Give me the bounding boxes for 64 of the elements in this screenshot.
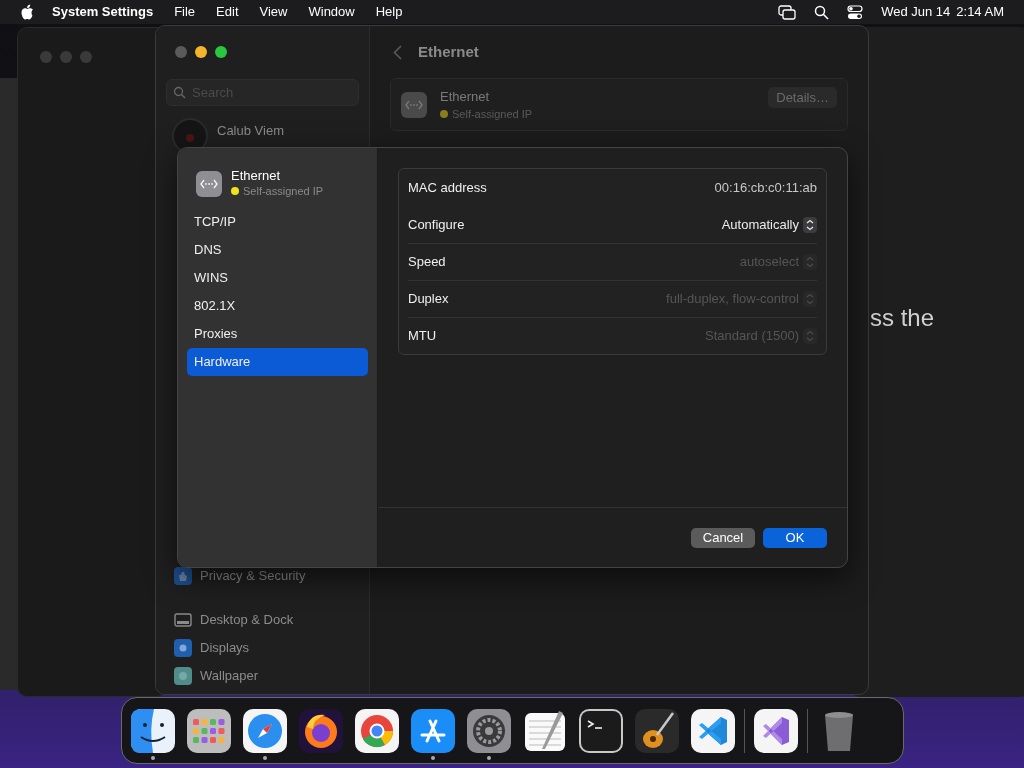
row-value: 00:16:cb:c0:11:ab <box>714 178 817 197</box>
up-down-chevron-icon <box>803 216 817 233</box>
up-down-chevron-icon <box>803 328 817 344</box>
service-name: Ethernet <box>440 87 491 106</box>
a-shape-icon[interactable] <box>411 708 455 753</box>
flower-icon <box>174 667 192 685</box>
notepad-pen-icon[interactable] <box>523 708 567 753</box>
zoom-control[interactable] <box>215 46 227 58</box>
fox-globe-icon[interactable] <box>299 708 343 753</box>
sheet-tab[interactable]: Hardware <box>187 347 368 376</box>
cancel-button[interactable]: Cancel <box>691 527 755 548</box>
row-label: MAC address <box>408 178 487 197</box>
desktop-icon <box>174 611 192 629</box>
app-menu[interactable]: System Settings <box>52 2 154 22</box>
sheet-tab[interactable]: DNS <box>187 235 368 264</box>
sheet-tab[interactable]: WINS <box>187 263 368 292</box>
minimize-control[interactable] <box>195 46 207 58</box>
network-icon <box>401 91 427 118</box>
menu-item[interactable]: View <box>259 2 288 22</box>
search-icon <box>173 86 186 99</box>
overlapping-windows-icon[interactable] <box>778 4 797 20</box>
sidebar-item[interactable]: Displays <box>166 634 359 662</box>
up-down-chevron-icon <box>803 291 817 307</box>
service-status: Self-assigned IP <box>243 184 324 199</box>
row-label: Configure <box>408 215 465 234</box>
service-status: Self-assigned IP <box>452 107 533 122</box>
back-chevron-icon[interactable] <box>393 44 402 60</box>
close-control[interactable] <box>175 46 187 58</box>
guitar-icon[interactable] <box>635 708 679 753</box>
row-label: Duplex <box>408 290 449 309</box>
sheet-tab[interactable]: TCP/IP <box>187 207 368 236</box>
menu-item[interactable]: Help <box>375 2 403 22</box>
search-icon[interactable] <box>814 4 830 20</box>
circle-logo-icon[interactable] <box>355 708 399 753</box>
toggles-icon[interactable] <box>847 4 864 20</box>
gear-icon[interactable] <box>467 708 511 753</box>
app-grid-icon[interactable] <box>187 708 231 753</box>
sidebar-item[interactable]: Desktop & Dock <box>166 606 359 634</box>
ok-button[interactable]: OK <box>763 527 827 548</box>
menu-bar-date[interactable]: Wed Jun 14 <box>881 2 951 22</box>
window-text: ss the <box>870 304 935 331</box>
compass-icon[interactable] <box>243 708 287 753</box>
service-name: Ethernet <box>231 168 282 183</box>
terminal-icon[interactable] <box>579 708 623 753</box>
smiling-face-icon[interactable] <box>131 708 175 753</box>
row-label: MTU <box>408 327 437 346</box>
sun-icon <box>174 639 192 657</box>
menu-item[interactable]: File <box>174 2 196 22</box>
menu-item[interactable]: Edit <box>216 2 239 22</box>
sheet-tab[interactable]: 802.1X <box>187 291 368 320</box>
row-label: Speed <box>408 253 446 272</box>
network-icon <box>196 170 222 197</box>
popup-menu[interactable]: Automatically <box>721 214 817 235</box>
menu-item[interactable]: Window <box>308 2 355 22</box>
ribbon-icon[interactable] <box>754 708 798 753</box>
sheet-tab[interactable]: Proxies <box>187 319 368 348</box>
page-title: Ethernet <box>418 41 479 62</box>
up-down-chevron-icon <box>803 254 817 270</box>
account-name[interactable]: Calub Viem <box>217 121 284 141</box>
menu-bar-time[interactable]: 2:14 AM <box>956 2 1004 22</box>
hand-icon <box>174 567 192 585</box>
sidebar-item[interactable]: Wallpaper <box>166 662 359 690</box>
code-ribbon-icon[interactable] <box>691 708 735 753</box>
apple-logo-icon[interactable] <box>20 4 34 20</box>
